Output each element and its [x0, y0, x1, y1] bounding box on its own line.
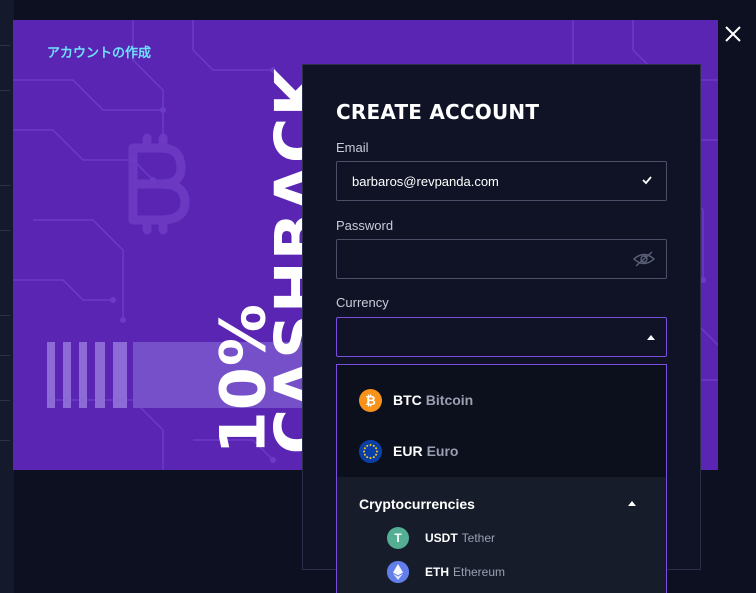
- option-name: Ethereum: [453, 565, 506, 579]
- euro-flag-icon: [359, 439, 382, 463]
- option-code: BTC: [393, 392, 422, 408]
- currency-option-eur[interactable]: EUR Euro: [337, 426, 666, 476]
- currency-select[interactable]: [336, 317, 667, 357]
- currency-option-eth[interactable]: ETH Ethereum: [387, 559, 505, 585]
- password-field[interactable]: [336, 239, 667, 279]
- option-code: ETH: [425, 565, 449, 579]
- option-name: Tether: [461, 531, 496, 545]
- option-code: EUR: [393, 443, 423, 459]
- ethereum-icon: [387, 561, 409, 583]
- tether-icon: T: [387, 527, 409, 549]
- email-value: barbaros@revpanda.com: [352, 174, 499, 189]
- backdrop-sidebar: [0, 0, 14, 593]
- email-label: Email: [336, 140, 369, 155]
- currency-option-usdt[interactable]: T USDT Tether: [387, 525, 495, 551]
- option-name: Euro: [426, 443, 459, 459]
- currency-label: Currency: [336, 295, 389, 310]
- group-header[interactable]: Cryptocurrencies: [359, 496, 475, 512]
- banner-title: アカウントの作成: [47, 45, 152, 60]
- cryptocurrencies-group: Cryptocurrencies T USDT Tether ETH Ether…: [337, 477, 666, 593]
- checkmark-icon: [642, 173, 652, 188]
- currency-dropdown-list: ₿ BTC Bitcoin EUR Euro Cryptocurrencies …: [336, 364, 667, 593]
- bitcoin-icon: ₿: [359, 388, 382, 412]
- form-title: CREATE ACCOUNT: [336, 100, 540, 124]
- email-field[interactable]: barbaros@revpanda.com: [336, 161, 667, 201]
- currency-option-btc[interactable]: ₿ BTC Bitcoin: [337, 375, 666, 425]
- eye-slash-icon[interactable]: [632, 250, 656, 273]
- chevron-up-icon[interactable]: [628, 501, 636, 506]
- chevron-up-icon: [647, 335, 655, 340]
- close-icon: [725, 26, 741, 42]
- password-label: Password: [336, 218, 394, 233]
- option-name: Bitcoin: [425, 392, 474, 408]
- close-button[interactable]: [719, 20, 747, 48]
- option-code: USDT: [425, 531, 458, 545]
